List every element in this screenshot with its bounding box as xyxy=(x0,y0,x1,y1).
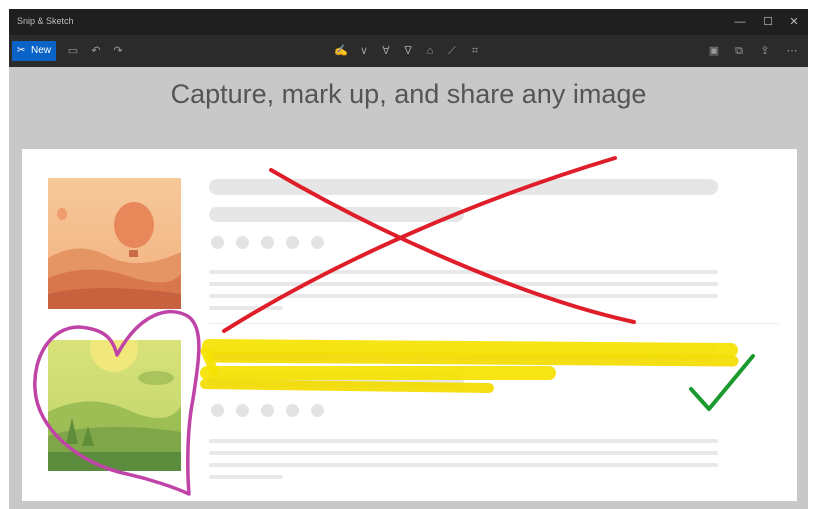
yellow-highlight-stroke xyxy=(205,351,739,367)
ink-annotations xyxy=(33,156,755,496)
yellow-highlight-stroke xyxy=(202,339,738,357)
app-window: Snip & Sketch — ☐ ✕ ✂ New ▭ ↶ ↷ ✍ ∨ ∀ ∇ … xyxy=(9,9,808,509)
yellow-highlight-stroke xyxy=(200,379,494,393)
magenta-heart-stroke xyxy=(33,309,201,496)
red-cross-stroke xyxy=(269,168,636,324)
red-cross-stroke xyxy=(222,156,617,333)
